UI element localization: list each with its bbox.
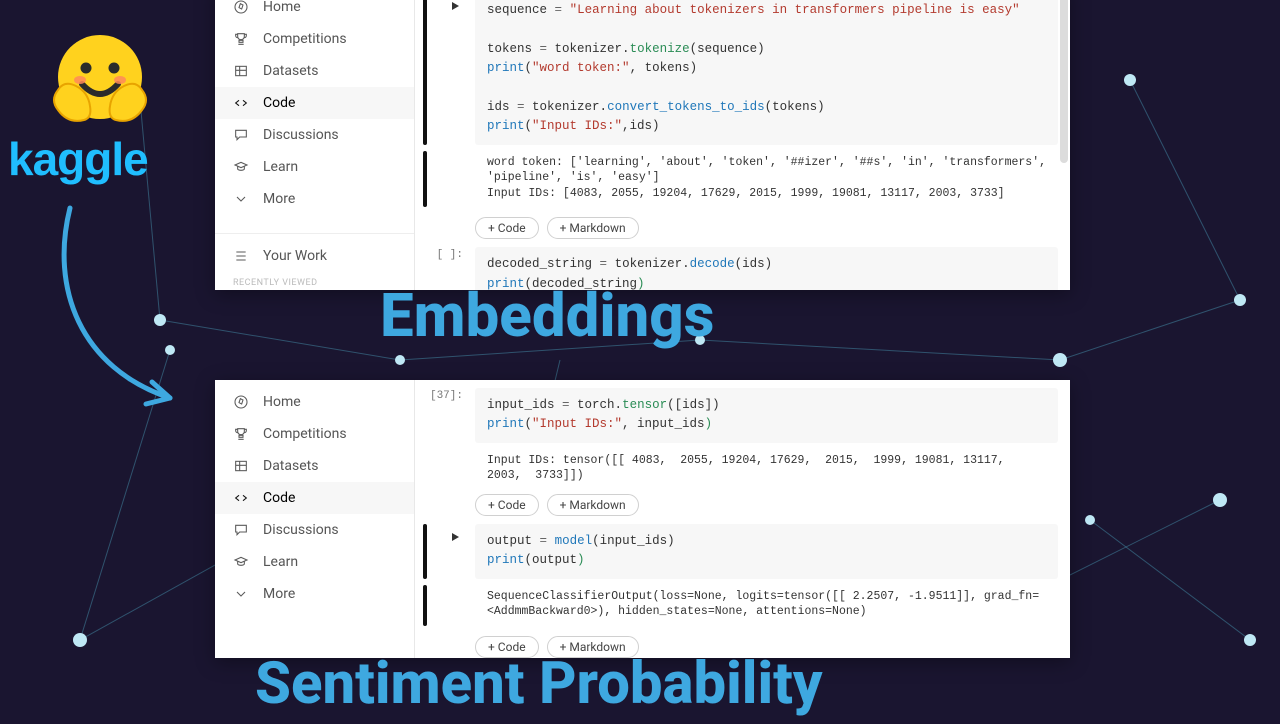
sidebar-item-code[interactable]: Code <box>215 87 414 119</box>
insert-row: + Code + Markdown <box>475 490 1058 518</box>
table-icon <box>233 458 249 474</box>
add-markdown-button[interactable]: + Markdown <box>547 494 639 516</box>
sidebar-item-label: Home <box>263 0 301 15</box>
sidebar-item-label: Competitions <box>263 31 347 47</box>
sidebar: Home Competitions Datasets Code Discussi… <box>215 0 415 290</box>
add-code-button[interactable]: + Code <box>475 217 539 239</box>
list-icon <box>233 248 249 264</box>
huggingface-logo-icon <box>40 22 160 142</box>
sidebar-item-discussions[interactable]: Discussions <box>215 119 414 151</box>
output-cell: word token: ['learning', 'about', 'token… <box>423 151 1058 208</box>
compass-icon <box>233 394 249 410</box>
run-cell-button[interactable] <box>449 528 461 547</box>
sidebar-item-label: Code <box>263 490 295 506</box>
sidebar-item-competitions[interactable]: Competitions <box>215 418 414 450</box>
code-cell: sequence = "Learning about tokenizers in… <box>423 0 1058 145</box>
sidebar-item-datasets[interactable]: Datasets <box>215 450 414 482</box>
trophy-icon <box>233 31 249 47</box>
sidebar-item-home[interactable]: Home <box>215 0 414 23</box>
sidebar-item-your-work[interactable]: Your Work <box>215 240 414 272</box>
cell-output: SequenceClassifierOutput(loss=None, logi… <box>475 585 1058 626</box>
sidebar-item-more[interactable]: More <box>215 578 414 610</box>
notebook-area: [37]: input_ids = torch.tensor([ids]) pr… <box>415 380 1070 658</box>
sidebar-item-label: Learn <box>263 554 298 570</box>
compass-icon <box>233 0 249 15</box>
table-icon <box>233 63 249 79</box>
insert-row: + Code + Markdown <box>475 213 1058 241</box>
add-markdown-button[interactable]: + Markdown <box>547 217 639 239</box>
graduation-icon <box>233 159 249 175</box>
sidebar-item-label: Datasets <box>263 458 318 474</box>
code-icon <box>233 490 249 506</box>
code-icon <box>233 95 249 111</box>
add-code-button[interactable]: + Code <box>475 494 539 516</box>
sidebar-item-label: Competitions <box>263 426 347 442</box>
cell-bracket <box>423 524 427 579</box>
chevron-down-icon <box>233 191 249 207</box>
sidebar-item-label: More <box>263 586 295 602</box>
cell-prompt: [37]: <box>423 390 471 402</box>
sidebar-item-label: Your Work <box>263 248 327 264</box>
cell-prompt: [ ]: <box>423 249 471 261</box>
kaggle-wordmark: kaggle <box>8 132 148 186</box>
scroll-thumb[interactable] <box>1060 0 1068 163</box>
kaggle-panel-top: Home Competitions Datasets Code Discussi… <box>215 0 1070 290</box>
sidebar-item-label: Discussions <box>263 522 339 538</box>
comment-icon <box>233 127 249 143</box>
graduation-icon <box>233 554 249 570</box>
code-cell: [37]: input_ids = torch.tensor([ids]) pr… <box>423 388 1058 443</box>
comment-icon <box>233 522 249 538</box>
sidebar-item-label: Home <box>263 394 301 410</box>
notebook-area: sequence = "Learning about tokenizers in… <box>415 0 1070 290</box>
sidebar-item-home[interactable]: Home <box>215 386 414 418</box>
sidebar-item-label: More <box>263 191 295 207</box>
sidebar-item-label: Discussions <box>263 127 339 143</box>
sidebar: Home Competitions Datasets Code Discussi… <box>215 380 415 658</box>
run-cell-button[interactable] <box>449 0 461 16</box>
sidebar-item-label: Code <box>263 95 295 111</box>
cell-output: word token: ['learning', 'about', 'token… <box>475 151 1058 208</box>
chevron-down-icon <box>233 586 249 602</box>
sidebar-item-label: Learn <box>263 159 298 175</box>
sidebar-item-learn[interactable]: Learn <box>215 151 414 183</box>
sidebar-item-discussions[interactable]: Discussions <box>215 514 414 546</box>
sidebar-item-code[interactable]: Code <box>215 482 414 514</box>
cell-bracket <box>423 0 427 145</box>
arrow-icon <box>40 198 200 422</box>
cell-bracket <box>423 151 427 208</box>
trophy-icon <box>233 426 249 442</box>
sidebar-item-datasets[interactable]: Datasets <box>215 55 414 87</box>
title-embeddings: Embeddings <box>380 280 714 351</box>
code-content[interactable]: sequence = "Learning about tokenizers in… <box>475 0 1058 145</box>
title-sentiment-probability: Sentiment Probability <box>255 650 823 718</box>
kaggle-panel-bottom: Home Competitions Datasets Code Discussi… <box>215 380 1070 658</box>
cell-bracket <box>423 585 427 626</box>
code-content[interactable]: output = model(input_ids) print(output) <box>475 524 1058 579</box>
cell-output: Input IDs: tensor([[ 4083, 2055, 19204, … <box>475 449 1058 490</box>
sidebar-item-learn[interactable]: Learn <box>215 546 414 578</box>
output-cell: SequenceClassifierOutput(loss=None, logi… <box>423 585 1058 626</box>
code-cell: output = model(input_ids) print(output) <box>423 524 1058 579</box>
code-content[interactable]: input_ids = torch.tensor([ids]) print("I… <box>475 388 1058 443</box>
sidebar-item-label: Datasets <box>263 63 318 79</box>
sidebar-item-more[interactable]: More <box>215 183 414 215</box>
sidebar-item-competitions[interactable]: Competitions <box>215 23 414 55</box>
